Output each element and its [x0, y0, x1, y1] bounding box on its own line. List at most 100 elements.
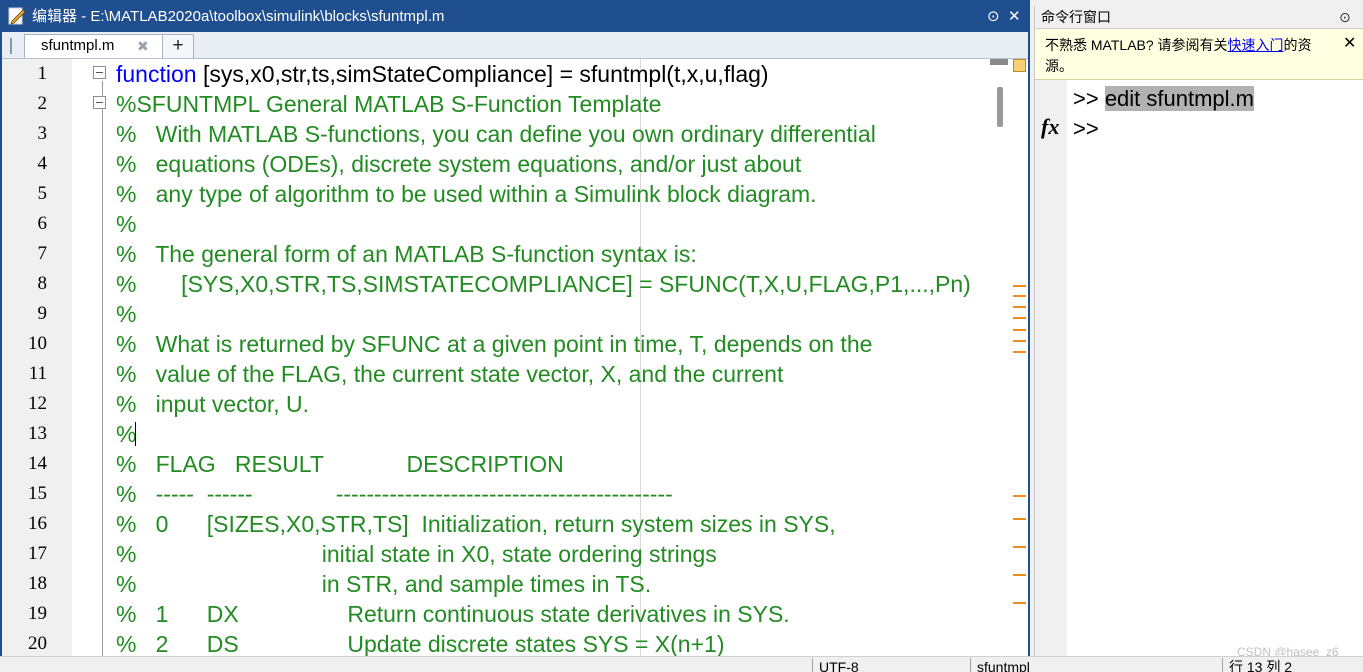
code-line[interactable]: 12 % input vector, U.: [2, 389, 987, 419]
code-line[interactable]: 13%: [2, 419, 987, 449]
code-text[interactable]: % input vector, U.: [116, 389, 309, 419]
code-line[interactable]: 9%: [2, 299, 987, 329]
code-text[interactable]: %: [116, 419, 136, 449]
warning-marker[interactable]: [1013, 340, 1026, 342]
warning-marker[interactable]: [1013, 306, 1026, 308]
code-text[interactable]: % value of the FLAG, the current state v…: [116, 359, 783, 389]
line-number[interactable]: 19: [2, 599, 47, 629]
tab-close-icon[interactable]: ✖: [137, 35, 149, 57]
comment: % input vector, U.: [116, 391, 310, 417]
line-number[interactable]: 14: [2, 449, 47, 479]
encoding-status[interactable]: UTF-8: [812, 658, 969, 672]
line-number[interactable]: 5: [2, 179, 48, 209]
command-input-line[interactable]: >>: [1073, 116, 1099, 142]
command-window-title: 命令行窗口: [1041, 9, 1111, 25]
code-text[interactable]: % FLAG RESULT DESCRIPTION: [116, 449, 564, 479]
line-number[interactable]: 7: [2, 239, 48, 269]
fold-toggle-icon[interactable]: [93, 66, 106, 79]
line-number[interactable]: 18: [2, 569, 47, 599]
editor-menu-icon[interactable]: ⊙: [987, 2, 1000, 32]
code-line[interactable]: 16 % 0 [SIZES,X0,STR,TS] Initialization, …: [2, 509, 987, 539]
line-number[interactable]: 13: [2, 419, 47, 449]
add-tab-button[interactable]: +: [162, 34, 194, 58]
code-line[interactable]: 20 % 2 DS Update discrete states SYS = X(…: [2, 629, 987, 656]
code-line[interactable]: 11 % value of the FLAG, the current state…: [2, 359, 987, 389]
warning-marker[interactable]: [1013, 317, 1026, 319]
comment: %SFUNTMPL General MATLAB S-Function Temp…: [116, 91, 662, 117]
warning-marker[interactable]: [1013, 285, 1026, 287]
warning-marker[interactable]: [1013, 602, 1026, 604]
code-text[interactable]: % initial state in X0, state ordering st…: [116, 539, 717, 569]
cursor-position-status[interactable]: 行 13 列 2: [1222, 658, 1349, 672]
code-text[interactable]: % any type of algorithm to be used withi…: [116, 179, 817, 209]
scrollbar-thumb[interactable]: [997, 87, 1003, 127]
code-text[interactable]: % What is returned by SFUNC at a given p…: [116, 329, 872, 359]
line-number[interactable]: 4: [2, 149, 48, 179]
banner-text: 不熟悉 MATLAB? 请参阅有关快速入门的资源。: [1045, 35, 1337, 77]
line-number[interactable]: 17: [2, 539, 47, 569]
code-text[interactable]: % equations (ODEs), discrete system equa…: [116, 149, 801, 179]
code-text[interactable]: %: [116, 299, 136, 329]
code-line[interactable]: 14 % FLAG RESULT DESCRIPTION: [2, 449, 987, 479]
comment: % 2 DS Update discrete states SYS = X(n+…: [116, 631, 725, 656]
line-number[interactable]: 16: [2, 509, 47, 539]
code-line[interactable]: 7 % The general form of an MATLAB S-funct…: [2, 239, 987, 269]
warning-marker[interactable]: [1013, 546, 1026, 548]
line-number[interactable]: 1: [2, 59, 48, 89]
warning-marker[interactable]: [1013, 495, 1026, 497]
line-number[interactable]: 9: [2, 299, 48, 329]
code-line[interactable]: 17 % initial state in X0, state ordering …: [2, 539, 987, 569]
warning-marker[interactable]: [1013, 351, 1026, 353]
code-text[interactable]: % ----- ------ -------------------------…: [116, 479, 673, 509]
code-line[interactable]: 1 function [sys,x0,str,ts,simStateComplia…: [2, 59, 987, 89]
code-line[interactable]: 8 % [SYS,X0,STR,TS,SIMSTATECOMPLIANCE] = …: [2, 269, 987, 299]
code-area[interactable]: 1 function [sys,x0,str,ts,simStateComplia…: [2, 59, 1028, 656]
code-text[interactable]: % 0 [SIZES,X0,STR,TS] Initialization, re…: [116, 509, 836, 539]
warning-marker[interactable]: [1013, 329, 1026, 331]
code-text[interactable]: % [SYS,X0,STR,TS,SIMSTATECOMPLIANCE] = S…: [116, 269, 971, 299]
comment: % FLAG RESULT DESCRIPTION: [116, 451, 564, 477]
code-line[interactable]: 4 % equations (ODEs), discrete system equ…: [2, 149, 987, 179]
code-line[interactable]: 18 % in STR, and sample times in TS.: [2, 569, 987, 599]
code-line[interactable]: 19 % 1 DX Return continuous state derivat…: [2, 599, 987, 629]
line-number[interactable]: 6: [2, 209, 48, 239]
code-text[interactable]: % in STR, and sample times in TS.: [116, 569, 651, 599]
vertical-scrollbar[interactable]: [990, 59, 1008, 656]
line-number[interactable]: 8: [2, 269, 48, 299]
code-line[interactable]: 15 % ----- ------ -----------------------…: [2, 479, 987, 509]
editor-close-icon[interactable]: ✕: [1008, 2, 1021, 32]
getting-started-banner: 不熟悉 MATLAB? 请参阅有关快速入门的资源。 ✕: [1035, 29, 1363, 80]
code-analyzer-bar: [1010, 59, 1028, 656]
code-text[interactable]: % With MATLAB S-functions, you can defin…: [116, 119, 876, 149]
line-number[interactable]: 3: [2, 119, 48, 149]
line-number[interactable]: 11: [2, 359, 47, 389]
code-analyzer-status-icon[interactable]: [1013, 59, 1026, 72]
code-line[interactable]: 10 % What is returned by SFUNC at a given…: [2, 329, 987, 359]
code-text[interactable]: %: [116, 209, 136, 239]
command-window-options-icon[interactable]: ⊙: [1339, 6, 1351, 28]
line-number[interactable]: 15: [2, 479, 47, 509]
fold-toggle-icon[interactable]: [93, 96, 106, 109]
comment: % equations (ODEs), discrete system equa…: [116, 151, 802, 177]
command-window[interactable]: 命令行窗口 ⊙ 不熟悉 MATLAB? 请参阅有关快速入门的资源。 ✕ >> e…: [1034, 6, 1363, 656]
line-number[interactable]: 2: [2, 89, 48, 119]
warning-marker[interactable]: [1013, 518, 1026, 520]
line-number[interactable]: 20: [2, 629, 47, 656]
code-line[interactable]: 6%: [2, 209, 987, 239]
line-number[interactable]: 12: [2, 389, 47, 419]
code-text[interactable]: % 2 DS Update discrete states SYS = X(n+…: [116, 629, 724, 656]
warning-marker[interactable]: [1013, 295, 1026, 297]
code-text[interactable]: % 1 DX Return continuous state derivativ…: [116, 599, 790, 629]
code-text[interactable]: % The general form of an MATLAB S-functi…: [116, 239, 697, 269]
code-line[interactable]: 5 % any type of algorithm to be used with…: [2, 179, 987, 209]
line-number[interactable]: 10: [2, 329, 47, 359]
getting-started-link[interactable]: 快速入门: [1228, 37, 1284, 53]
code-line[interactable]: 3 % With MATLAB S-functions, you can defi…: [2, 119, 987, 149]
code-text[interactable]: function [sys,x0,str,ts,simStateComplian…: [116, 59, 769, 89]
fx-function-browser-icon[interactable]: fx: [1041, 114, 1059, 140]
tab-sfuntmpl[interactable]: sfuntmpl.m ✖: [24, 34, 164, 58]
banner-close-icon[interactable]: ✕: [1343, 33, 1356, 53]
warning-marker[interactable]: [1013, 574, 1026, 576]
code-line[interactable]: 2 %SFUNTMPL General MATLAB S-Function Tem…: [2, 89, 987, 119]
code-text[interactable]: %SFUNTMPL General MATLAB S-Function Temp…: [116, 89, 661, 119]
